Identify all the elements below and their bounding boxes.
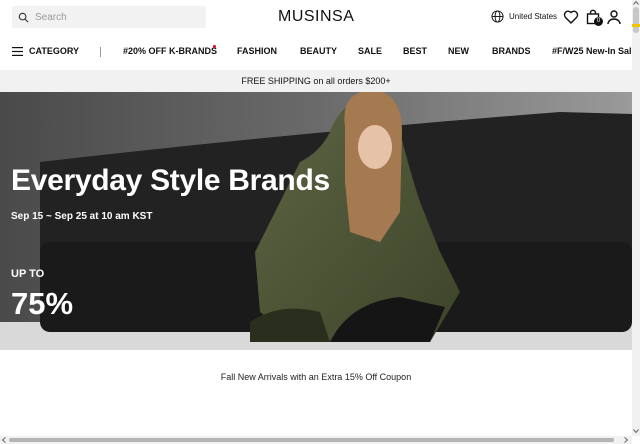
vertical-scroll-thumb[interactable] [633,7,639,33]
cart-count-badge: 0 [594,17,603,26]
search-icon [18,12,29,22]
scroll-down-arrow-icon[interactable] [633,428,639,434]
scroll-up-arrow-icon[interactable] [633,0,639,6]
wishlist-heart-icon[interactable] [563,9,579,25]
accent-marker [632,24,640,27]
main-navigation: CATEGORY #20% OFF K-BRANDS FASHION BEAUT… [0,36,632,66]
horizontal-scroll-thumb[interactable] [9,438,614,442]
scroll-right-arrow-icon[interactable] [623,437,629,443]
hero-upto-label: UP TO [11,268,45,280]
search-box[interactable] [12,6,206,28]
vertical-scrollbar[interactable] [632,0,640,436]
brand-logo[interactable]: MUSINSA [278,8,354,26]
hamburger-menu-icon [12,46,23,56]
top-header: MUSINSA United States 0 [0,0,632,36]
nav-item-fw25-new-in-sale[interactable]: #F/W25 New-In Sal [552,46,632,56]
nav-divider [100,47,101,57]
nav-item-fashion[interactable]: FASHION [237,46,277,56]
scroll-left-arrow-icon[interactable] [1,437,7,443]
promo-text[interactable]: Fall New Arrivals with an Extra 15% Off … [0,372,632,382]
new-indicator-dot [213,45,216,48]
nav-item-new[interactable]: NEW [448,46,469,56]
free-shipping-banner: FREE SHIPPING on all orders $200+ [0,70,632,92]
search-input[interactable] [35,11,195,23]
nav-item-best[interactable]: BEST [403,46,427,56]
globe-icon [491,10,504,23]
nav-item-brands[interactable]: BRANDS [492,46,531,56]
nav-item-k-brands[interactable]: #20% OFF K-BRANDS [123,46,217,56]
category-menu-button[interactable]: CATEGORY [12,46,79,56]
user-account-icon[interactable] [606,9,622,25]
hero-dates: Sep 15 ~ Sep 25 at 10 am KST [11,211,153,222]
hero-banner[interactable]: Everyday Style Brands Sep 15 ~ Sep 25 at… [0,92,632,350]
hero-discount-percent: 75% [11,286,74,321]
region-label: United States [509,12,558,21]
nav-item-beauty[interactable]: BEAUTY [300,46,337,56]
hero-title: Everyday Style Brands [11,164,330,197]
nav-item-sale[interactable]: SALE [358,46,382,56]
horizontal-scrollbar[interactable] [0,436,632,444]
category-label: CATEGORY [29,46,80,56]
region-selector[interactable]: United States [491,10,557,23]
